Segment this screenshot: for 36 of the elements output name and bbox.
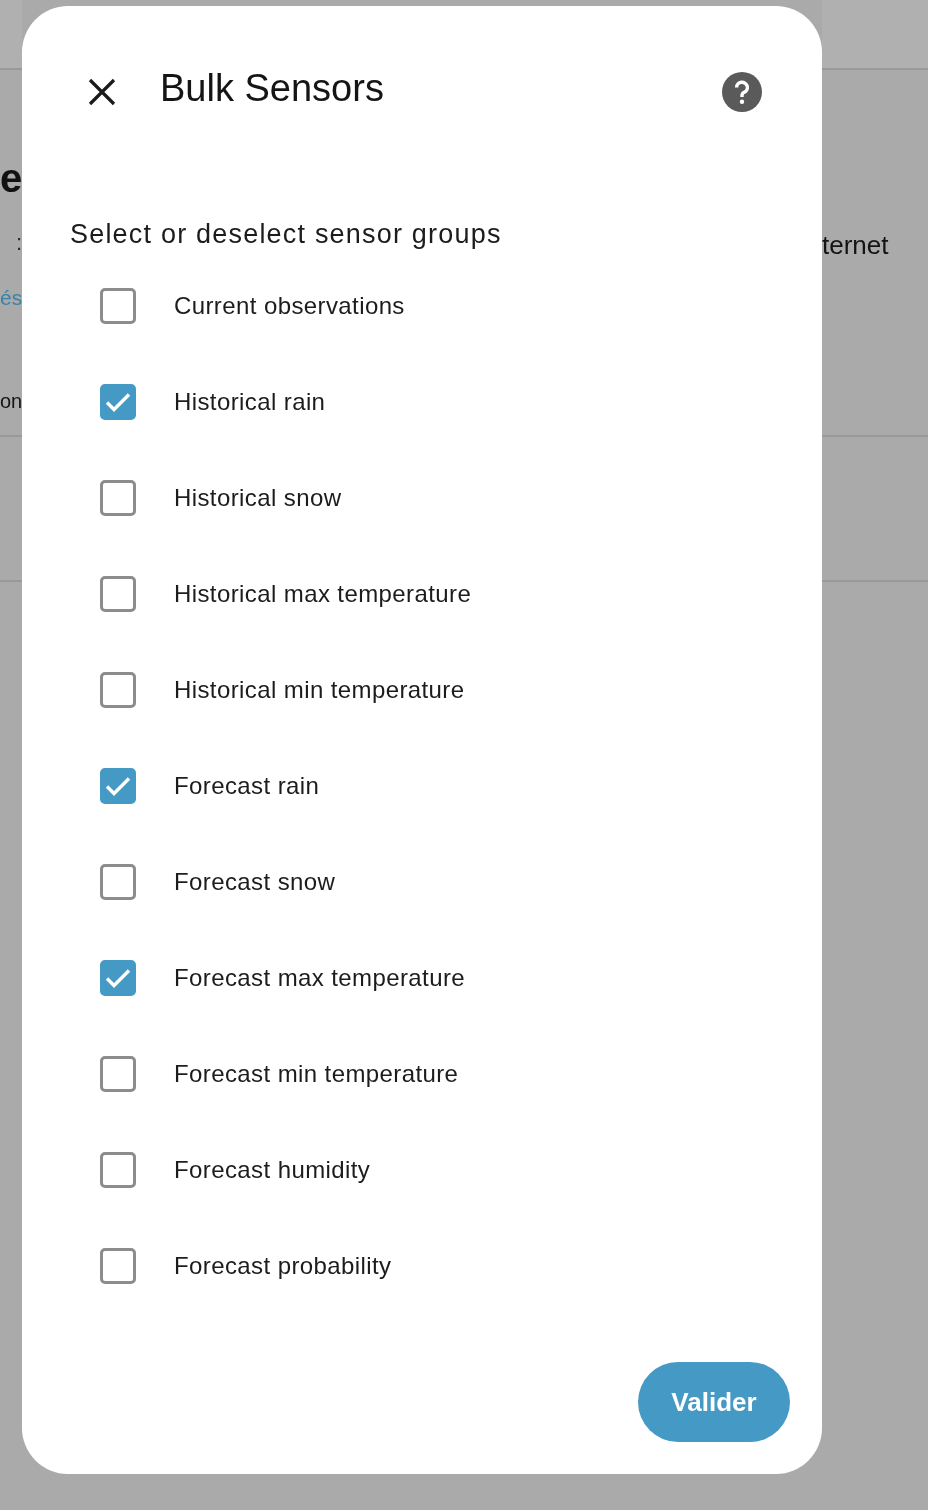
checkbox[interactable] xyxy=(100,768,136,804)
close-icon xyxy=(88,78,116,106)
checkbox[interactable] xyxy=(100,288,136,324)
text-fragment: ternet xyxy=(822,229,890,261)
text-fragment: on xyxy=(0,389,22,414)
dialog-title: Bulk Sensors xyxy=(160,66,385,110)
checkbox[interactable] xyxy=(100,1056,136,1092)
checkbox-label[interactable]: Historical min temperature xyxy=(174,675,465,705)
check-icon xyxy=(105,392,131,412)
checkbox-label[interactable]: Forecast humidity xyxy=(174,1155,371,1185)
checkbox[interactable] xyxy=(100,672,136,708)
check-icon xyxy=(105,776,131,796)
checkbox[interactable] xyxy=(100,1248,136,1284)
checkbox-label[interactable]: Forecast snow xyxy=(174,867,336,897)
checkbox[interactable] xyxy=(100,864,136,900)
check-icon xyxy=(105,968,131,988)
checkbox-label[interactable]: Historical snow xyxy=(174,483,342,513)
page-header-bar xyxy=(0,0,22,68)
checkbox[interactable] xyxy=(100,480,136,516)
link-fragment: és xyxy=(0,285,22,311)
checkbox-label[interactable]: Historical max temperature xyxy=(174,579,472,609)
checkbox-label[interactable]: Forecast rain xyxy=(174,771,320,801)
checkbox[interactable] xyxy=(100,384,136,420)
checkbox-label[interactable]: Forecast min temperature xyxy=(174,1059,459,1089)
section-heading: Select or deselect sensor groups xyxy=(70,218,503,251)
checkbox-label[interactable]: Forecast probability xyxy=(174,1251,392,1281)
checkbox[interactable] xyxy=(100,1152,136,1188)
checkbox[interactable] xyxy=(100,576,136,612)
checkbox-label[interactable]: Historical rain xyxy=(174,387,326,417)
checkbox-label[interactable]: Current observations xyxy=(174,291,405,321)
checkbox-label[interactable]: Forecast max temperature xyxy=(174,963,466,993)
heading-fragment: e xyxy=(0,155,22,202)
checkbox[interactable] xyxy=(100,960,136,996)
close-button[interactable] xyxy=(88,78,116,106)
text-fragment: : xyxy=(14,229,22,257)
help-icon[interactable] xyxy=(722,72,762,112)
